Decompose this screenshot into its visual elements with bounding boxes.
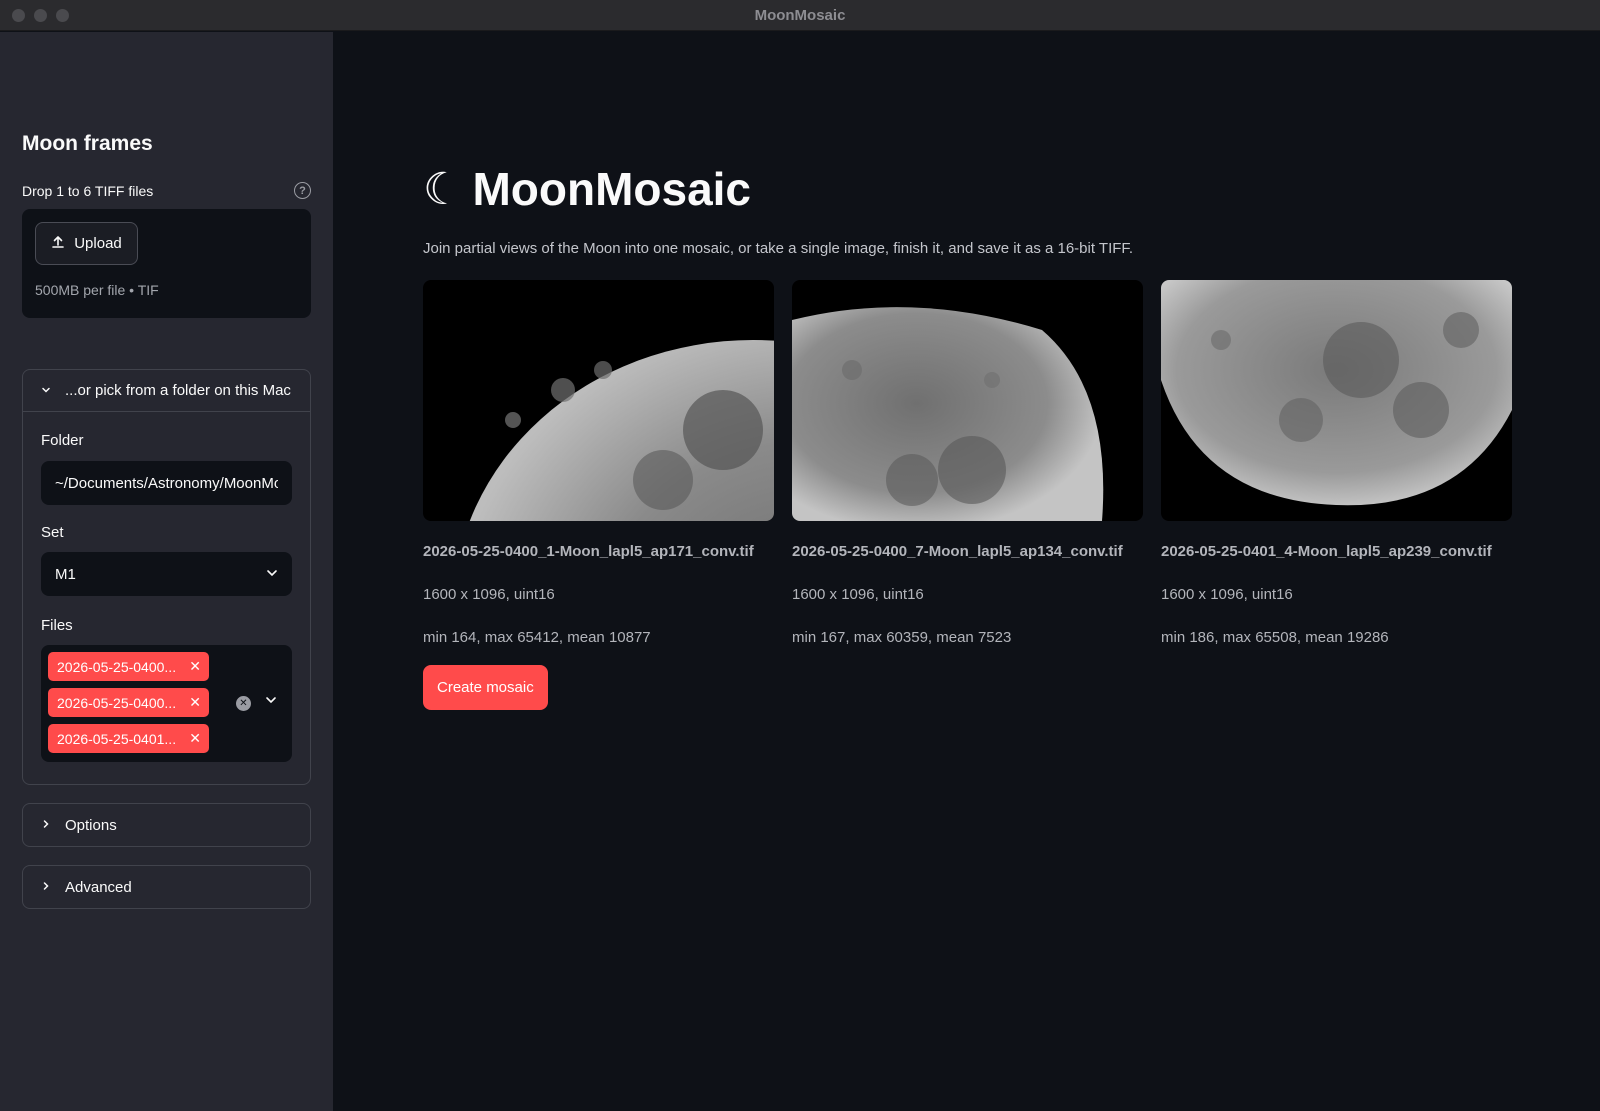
moon-frame-image <box>792 280 1143 521</box>
frame-dimensions: 1600 x 1096, uint16 <box>423 586 555 603</box>
zoom-window-button[interactable] <box>56 9 69 22</box>
uploader-label: Drop 1 to 6 TIFF files <box>22 182 154 199</box>
window-controls <box>12 9 69 22</box>
remove-tag-icon[interactable]: ✕ <box>189 658 201 675</box>
frame-file-name: 2026-05-25-0400_1-Moon_lapl5_ap171_conv.… <box>423 543 754 560</box>
window-title: MoonMosaic <box>754 6 846 24</box>
options-expander-label: Options <box>65 816 117 834</box>
frame-card: 2026-05-25-0400_7-Moon_lapl5_ap134_conv.… <box>792 280 1143 646</box>
page-subtitle: Join partial views of the Moon into one … <box>423 240 1134 257</box>
remove-tag-icon[interactable]: ✕ <box>189 694 201 711</box>
moon-frame-image <box>423 280 774 521</box>
frame-dimensions: 1600 x 1096, uint16 <box>792 586 924 603</box>
options-expander-header[interactable]: Options <box>23 804 310 846</box>
files-multiselect[interactable]: 2026-05-25-0400... ✕ 2026-05-25-0400... … <box>41 645 292 762</box>
advanced-expander[interactable]: Advanced <box>22 865 311 909</box>
chevron-down-icon <box>266 567 278 582</box>
frame-file-name: 2026-05-25-0400_7-Moon_lapl5_ap134_conv.… <box>792 543 1123 560</box>
folder-expander-header[interactable]: ...or pick from a folder on this Mac <box>23 370 310 412</box>
create-mosaic-button[interactable]: Create mosaic <box>423 665 548 710</box>
clear-all-icon[interactable]: ✕ <box>236 696 251 711</box>
upload-button[interactable]: Upload <box>35 222 138 265</box>
file-tag-label: 2026-05-25-0401... <box>57 730 177 747</box>
chevron-right-icon <box>41 880 51 894</box>
set-select-value: M1 <box>55 565 76 583</box>
page-title: ☾ MoonMosaic <box>423 162 751 216</box>
file-tag-label: 2026-05-25-0400... <box>57 658 177 675</box>
minimize-window-button[interactable] <box>34 9 47 22</box>
moon-frame-image <box>1161 280 1512 521</box>
advanced-expander-header[interactable]: Advanced <box>23 866 310 908</box>
set-label: Set <box>41 524 64 541</box>
title-bar: MoonMosaic <box>0 0 1600 31</box>
file-tag: 2026-05-25-0400... ✕ <box>48 688 209 717</box>
chevron-down-icon <box>41 384 51 398</box>
frame-card: 2026-05-25-0401_4-Moon_lapl5_ap239_conv.… <box>1161 280 1512 646</box>
upload-button-label: Upload <box>74 235 122 252</box>
folder-label: Folder <box>41 432 84 449</box>
sidebar: Moon frames Drop 1 to 6 TIFF files ? Upl… <box>0 32 333 1111</box>
uploader-label-row: Drop 1 to 6 TIFF files ? <box>22 182 311 199</box>
options-expander[interactable]: Options <box>22 803 311 847</box>
chevron-right-icon <box>41 818 51 832</box>
help-icon[interactable]: ? <box>294 182 311 199</box>
frame-card: 2026-05-25-0400_1-Moon_lapl5_ap171_conv.… <box>423 280 774 646</box>
page-title-text: MoonMosaic <box>472 163 752 215</box>
file-tag: 2026-05-25-0400... ✕ <box>48 652 209 681</box>
frame-stats: min 186, max 65508, mean 19286 <box>1161 629 1389 646</box>
files-label: Files <box>41 617 73 634</box>
file-tag-label: 2026-05-25-0400... <box>57 694 177 711</box>
chevron-down-icon[interactable] <box>265 694 277 709</box>
main-content: ☾ MoonMosaic Join partial views of the M… <box>333 32 1600 1111</box>
folder-expander: ...or pick from a folder on this Mac Fol… <box>22 369 311 785</box>
sidebar-heading: Moon frames <box>22 132 153 155</box>
frame-dimensions: 1600 x 1096, uint16 <box>1161 586 1293 603</box>
upload-icon <box>51 235 65 252</box>
file-dropzone[interactable]: Upload 500MB per file • TIF <box>22 209 311 318</box>
frame-file-name: 2026-05-25-0401_4-Moon_lapl5_ap239_conv.… <box>1161 543 1492 560</box>
close-window-button[interactable] <box>12 9 25 22</box>
frame-stats: min 167, max 60359, mean 7523 <box>792 629 1012 646</box>
frame-stats: min 164, max 65412, mean 10877 <box>423 629 651 646</box>
upload-limit-text: 500MB per file • TIF <box>35 282 159 298</box>
file-tag: 2026-05-25-0401... ✕ <box>48 724 209 753</box>
advanced-expander-label: Advanced <box>65 878 132 896</box>
moon-icon: ☾ <box>423 164 463 214</box>
app-window: MoonMosaic Moon frames Drop 1 to 6 TIFF … <box>0 0 1600 1111</box>
set-select[interactable]: M1 <box>41 552 292 596</box>
folder-expander-label: ...or pick from a folder on this Mac <box>65 382 291 399</box>
folder-input[interactable] <box>41 461 292 505</box>
remove-tag-icon[interactable]: ✕ <box>189 730 201 747</box>
